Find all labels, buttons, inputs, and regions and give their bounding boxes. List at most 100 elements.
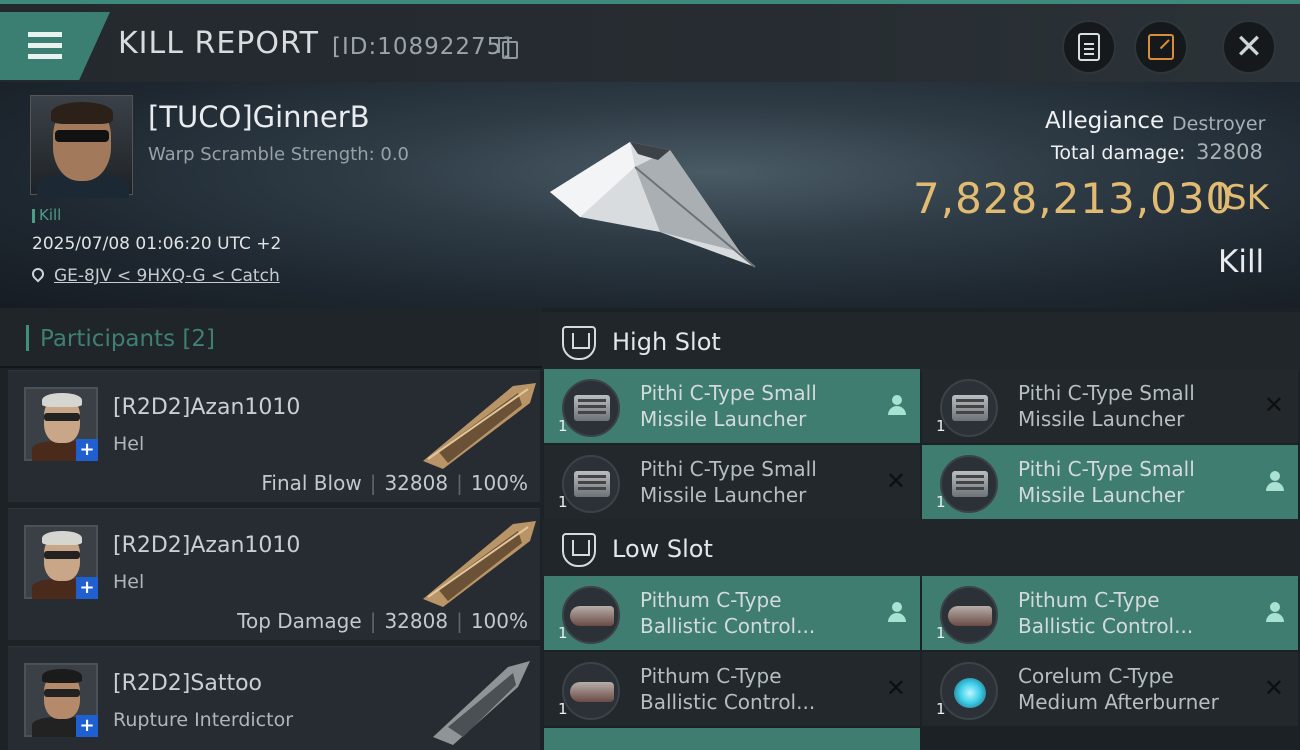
hamburger-icon — [28, 32, 62, 37]
participant-name: [R2D2]Azan1010 — [113, 395, 301, 420]
victim-avatar[interactable] — [30, 95, 133, 198]
module-item[interactable]: 1 Pithum C-Type Ballistic Control... — [544, 576, 920, 650]
participants-header: Participants [2] — [0, 308, 542, 368]
kill-datetime: 2025/07/08 01:06:20 UTC +2 — [32, 234, 282, 254]
destroyed-icon: ✕ — [885, 674, 906, 702]
participants-count: [2] — [182, 326, 216, 352]
ballistic-control-icon — [562, 586, 620, 644]
fitting-panel: High Slot 1 Pithi C-Type Small Missile L… — [542, 308, 1300, 750]
isk-value: 7,828,213,030 — [913, 174, 1234, 223]
participant-percent: 100% — [470, 471, 528, 495]
module-item[interactable]: 1 Pithi C-Type Small Missile Launcher — [544, 369, 920, 443]
participants-panel: Participants [2] + [R2D2]Azan1010 Hel Fi… — [0, 308, 542, 750]
participant-ship: Rupture Interdictor — [113, 709, 293, 731]
low-slot-icon — [562, 533, 596, 567]
kill-result: Kill — [1218, 244, 1265, 280]
hamburger-icon — [28, 43, 62, 48]
participant-name: [R2D2]Azan1010 — [113, 533, 301, 558]
module-item[interactable]: 1 Pithi C-Type Small Missile Launcher — [922, 445, 1298, 519]
participant-card[interactable]: + [R2D2]Azan1010 Hel Top Damage | 32808 | 10… — [8, 508, 540, 640]
dropped-pilot-icon — [888, 602, 906, 624]
missile-launcher-icon — [940, 455, 998, 513]
warp-scramble-strength: Warp Scramble Strength: 0.0 — [148, 144, 410, 165]
missile-launcher-icon — [940, 379, 998, 437]
afterburner-icon — [940, 662, 998, 720]
module-item[interactable]: 1 Pithi C-Type Small Missile Launcher ✕ — [544, 445, 920, 519]
victim-ship-image — [550, 142, 756, 268]
module-type: Missile Launcher — [640, 407, 807, 431]
participant-stats: Top Damage | 32808 | 100% — [237, 609, 528, 633]
total-damage-value: 32808 — [1196, 140, 1263, 164]
menu-button[interactable] — [0, 12, 110, 80]
module-name: Pithum C-Type — [1018, 588, 1160, 612]
module-quantity: 1 — [936, 493, 946, 511]
isk-unit: ISK — [1215, 178, 1269, 218]
module-item[interactable]: 1 Corelum C-Type Medium Afterburner ✕ — [922, 652, 1298, 726]
module-name: Pithum C-Type — [640, 664, 782, 688]
module-type: Missile Launcher — [640, 483, 807, 507]
participant-percent: 100% — [470, 609, 528, 633]
dropped-pilot-icon — [888, 395, 906, 417]
destroyed-icon: ✕ — [1263, 391, 1284, 419]
participant-avatar[interactable]: + — [24, 525, 98, 599]
destroyed-icon: ✕ — [885, 467, 906, 495]
participant-damage: 32808 — [384, 609, 449, 633]
module-quantity: 1 — [558, 624, 568, 642]
module-name: Pithi C-Type Small — [640, 381, 817, 405]
module-item[interactable]: 1 Pithi C-Type Small Missile Launcher ✕ — [922, 369, 1298, 443]
total-damage-label: Total damage: — [1051, 142, 1186, 164]
participant-avatar[interactable]: + — [24, 663, 98, 737]
ballistic-control-icon — [562, 662, 620, 720]
kill-location-link[interactable]: GE-8JV < 9HXQ-G < Catch — [54, 266, 280, 286]
high-slot-icon — [562, 326, 596, 360]
module-quantity: 1 — [936, 417, 946, 435]
report-button[interactable] — [1062, 20, 1116, 74]
module-item-partial[interactable] — [544, 728, 920, 750]
ballistic-control-icon — [940, 586, 998, 644]
kill-id: [ID:10892275] — [332, 34, 513, 60]
low-slot-header: Low Slot — [542, 519, 1300, 579]
module-item[interactable]: 1 Pithum C-Type Ballistic Control... — [922, 576, 1298, 650]
close-icon: ✕ — [1234, 27, 1264, 67]
module-name: Pithi C-Type Small — [1018, 381, 1195, 405]
module-type: Medium Afterburner — [1018, 690, 1219, 714]
module-name: Corelum C-Type — [1018, 664, 1174, 688]
dropped-pilot-icon — [1266, 471, 1284, 493]
location-pin-icon — [29, 265, 47, 283]
module-quantity: 1 — [558, 493, 568, 511]
participant-ship: Hel — [113, 571, 145, 593]
participant-avatar[interactable]: + — [24, 387, 98, 461]
share-button[interactable] — [1134, 20, 1188, 74]
high-slot-header: High Slot — [542, 312, 1300, 372]
victim-summary: [TUCO]GinnerB Warp Scramble Strength: 0.… — [0, 82, 1300, 308]
module-quantity: 1 — [936, 700, 946, 718]
module-type: Ballistic Control... — [1018, 614, 1194, 638]
participant-role: Top Damage — [237, 609, 362, 633]
participant-stats: Final Blow | 32808 | 100% — [261, 471, 528, 495]
hamburger-icon — [28, 54, 62, 59]
module-type: Missile Launcher — [1018, 407, 1185, 431]
add-contact-icon[interactable]: + — [76, 439, 98, 461]
kill-report-screen: KILL REPORT [ID:10892275] ✕ [TUCO]Ginner… — [0, 0, 1300, 750]
module-item[interactable]: 1 Pithum C-Type Ballistic Control... ✕ — [544, 652, 920, 726]
participants-title: Participants [2] — [40, 326, 216, 352]
module-quantity: 1 — [558, 417, 568, 435]
participant-ship-image — [433, 661, 530, 745]
participant-card[interactable]: + [R2D2]Sattoo Rupture Interdictor — [8, 646, 540, 750]
participant-name: [R2D2]Sattoo — [113, 671, 263, 696]
participant-role: Final Blow — [261, 471, 362, 495]
participant-ship-image — [423, 521, 536, 607]
allegiance-label: Allegiance — [1045, 108, 1165, 134]
participant-ship: Hel — [113, 433, 145, 455]
module-name: Pithi C-Type Small — [1018, 457, 1195, 481]
add-contact-icon[interactable]: + — [76, 715, 98, 737]
victim-name[interactable]: [TUCO]GinnerB — [148, 100, 370, 134]
add-contact-icon[interactable]: + — [76, 577, 98, 599]
copy-icon[interactable] — [498, 37, 518, 59]
participant-ship-image — [423, 383, 536, 469]
dropped-pilot-icon — [1266, 602, 1284, 624]
share-icon — [1148, 34, 1174, 60]
participant-damage: 32808 — [384, 471, 449, 495]
participant-card[interactable]: + [R2D2]Azan1010 Hel Final Blow | 32808 | 10… — [8, 370, 540, 502]
close-button[interactable]: ✕ — [1222, 20, 1276, 74]
